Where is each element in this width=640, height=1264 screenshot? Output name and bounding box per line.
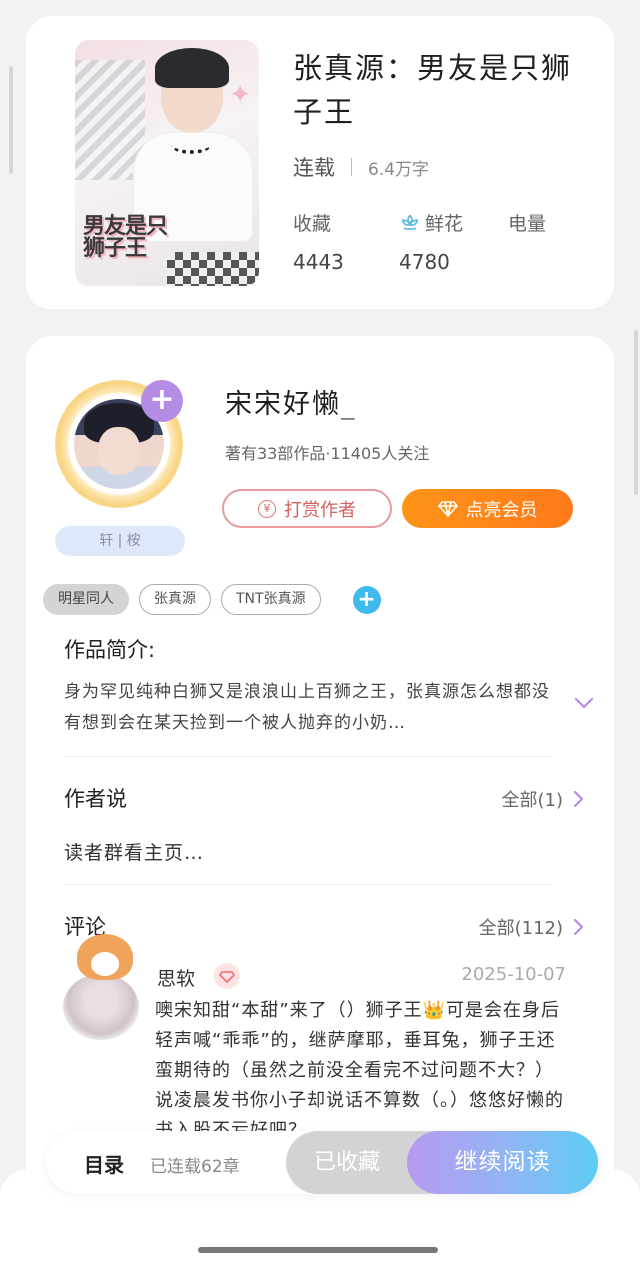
cover-title-line2: 狮子王 — [83, 236, 147, 261]
book-status: 连载 — [293, 156, 335, 180]
stat-power[interactable]: 电量 — [508, 209, 546, 250]
bottom-action-bar: 目录 已连载62章 已收藏 继续阅读 — [46, 1131, 598, 1194]
chapter-count[interactable]: 已连载62章 — [150, 1152, 240, 1177]
tip-author-label: 打赏作者 — [284, 499, 356, 521]
book-detail-card: + 轩 | 桉 宋宋好懒_ 著有33部作品·11405人关注 ¥ 打赏作者 点亮… — [26, 336, 614, 1264]
diamond-icon — [437, 500, 458, 517]
author-name[interactable]: 宋宋好懒_ — [225, 382, 357, 421]
vip-button[interactable]: 点亮会员 — [402, 489, 573, 528]
stat-value: 4780 — [399, 250, 450, 274]
cover-figure-hair — [155, 48, 229, 88]
corgi-icon — [77, 934, 133, 980]
author-badge: 轩 | 桉 — [55, 526, 185, 556]
book-meta: 连载 6.4万字 — [293, 152, 429, 182]
commenter-avatar-photo — [63, 974, 139, 1040]
book-header-card: ✦ 男友是只 狮子王 张真源：男友是只狮子王 连载 6.4万字 收藏 4443 … — [26, 16, 614, 309]
add-tag-button[interactable]: + — [352, 585, 381, 614]
stat-flowers[interactable]: 鲜花 4780 — [399, 209, 463, 274]
book-cover[interactable]: ✦ 男友是只 狮子王 — [75, 40, 259, 286]
flower-icon — [401, 213, 419, 230]
stat-label-row: 鲜花 — [399, 209, 463, 236]
scrollbar-left[interactable] — [9, 66, 13, 174]
stat-collections[interactable]: 收藏 4443 — [293, 209, 344, 274]
comments-more[interactable]: 全部(112) — [479, 914, 584, 940]
author-says-more[interactable]: 全部(1) — [502, 786, 585, 812]
stat-label: 鲜花 — [425, 213, 464, 235]
intro-title: 作品简介: — [64, 638, 156, 662]
scrollbar-right[interactable] — [634, 330, 638, 495]
comments-more-label: 全部(112) — [478, 918, 563, 939]
cover-figure-necklace — [171, 136, 211, 154]
cover-title-line1: 男友是只 — [83, 214, 168, 239]
tag-list: 明星同人 张真源 TNT张真源 + — [43, 584, 381, 615]
vip-button-label: 点亮会员 — [465, 499, 538, 521]
cover-checker-pattern — [167, 252, 259, 286]
comment-date: 2025-10-07 — [461, 964, 566, 985]
word-count: 6.4万字 — [368, 159, 430, 180]
cover-decoration: ✦ — [229, 80, 251, 110]
tag-item[interactable]: TNT张真源 — [221, 584, 321, 615]
chevron-down-icon[interactable] — [574, 696, 594, 710]
follow-author-button[interactable]: + — [141, 380, 183, 422]
author-says-text: 读者群看主页… — [64, 842, 205, 864]
commenter-name[interactable]: 思软 — [157, 964, 195, 991]
toc-button[interactable]: 目录 — [84, 1149, 124, 1178]
book-stats: 收藏 4443 鲜花 4780 电量 — [293, 209, 593, 279]
home-indicator[interactable] — [198, 1247, 438, 1253]
commenter-avatar[interactable] — [63, 934, 139, 1044]
avatar-face — [98, 427, 140, 475]
divider — [64, 884, 552, 885]
cover-title: 男友是只 狮子王 — [83, 214, 168, 261]
book-title: 张真源：男友是只狮子王 — [293, 51, 573, 129]
stat-label: 电量 — [508, 213, 547, 235]
divider — [64, 756, 552, 757]
author-says-title: 作者说 — [64, 787, 127, 811]
tag-item[interactable]: 张真源 — [139, 584, 211, 615]
tag-item[interactable]: 明星同人 — [43, 584, 129, 615]
chevron-right-icon — [573, 918, 584, 936]
continue-reading-button[interactable]: 继续阅读 — [407, 1131, 598, 1194]
tip-author-button[interactable]: ¥ 打赏作者 — [222, 489, 392, 528]
coin-icon: ¥ — [258, 499, 276, 518]
chevron-right-icon — [573, 790, 584, 808]
vip-badge-icon — [214, 963, 240, 989]
meta-divider — [351, 158, 352, 176]
stat-label: 收藏 — [293, 213, 332, 235]
intro-text[interactable]: 身为罕见纯种白狮又是浪浪山上百狮之王，张真源怎么想都没有想到会在某天捡到一个被人… — [64, 677, 554, 739]
comment-text[interactable]: 噢宋知甜“本甜”来了（）狮子王👑可是会在身后轻声喊“乖乖”的，继萨摩耶，垂耳兔，… — [155, 996, 565, 1146]
author-info: 著有33部作品·11405人关注 — [225, 444, 430, 463]
stat-value: 4443 — [293, 250, 344, 274]
author-says-more-label: 全部(1) — [501, 790, 564, 811]
